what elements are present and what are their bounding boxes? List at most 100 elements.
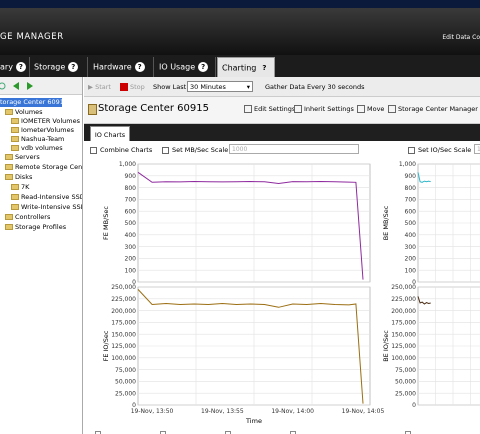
tree-item-write-intensive-ssd[interactable]: Write-Intensive SSD <box>11 203 82 212</box>
y-tick-label: 700 <box>405 197 417 204</box>
y-tick-label: 900 <box>405 173 417 180</box>
help-icon[interactable]: ? <box>259 63 269 73</box>
y-tick-label: 225,000 <box>391 296 416 303</box>
tab-storage[interactable]: Storage? <box>30 57 88 77</box>
folder-icon <box>11 194 19 200</box>
y-tick-label: 900 <box>125 173 137 180</box>
inherit-settings-label: Inherit Settings <box>304 105 354 113</box>
profile-icon <box>5 224 13 230</box>
y-tick-label: 600 <box>405 208 417 215</box>
tree-item-remote-storage-centers[interactable]: Remote Storage Centers <box>5 163 83 172</box>
combine-charts-option[interactable]: Combine Charts <box>90 146 152 154</box>
edit-settings-button[interactable]: Edit Settings <box>244 105 295 113</box>
tree-item-vdb-volumes[interactable]: vdb volumes <box>11 144 63 153</box>
stop-icon <box>120 83 128 91</box>
inherit-settings-button[interactable]: Inherit Settings <box>294 105 354 113</box>
tree-item-label: Read-Intensive SSD <box>21 193 83 201</box>
os-top-bar <box>0 0 480 8</box>
io-scale-option[interactable]: Set IO/Sec Scale <box>408 146 471 154</box>
y-tick-label: 200,000 <box>391 308 416 315</box>
tree-item-controllers[interactable]: Controllers <box>5 213 50 222</box>
edit-icon <box>244 105 252 113</box>
tab-charting[interactable]: Charting? <box>217 57 275 77</box>
y-tick-label: 400 <box>405 232 417 239</box>
tree-item-servers[interactable]: Servers <box>5 153 40 162</box>
move-button[interactable]: Move <box>357 105 384 113</box>
back-arrow-icon[interactable] <box>13 82 19 90</box>
forward-arrow-icon[interactable] <box>27 82 33 90</box>
start-button[interactable]: ▶ Start <box>88 83 111 91</box>
controller-icon <box>5 214 13 220</box>
tree-item-7k[interactable]: 7K <box>11 183 29 192</box>
chart-options-row: Combine Charts Set MB/Sec Scale 1000 Set… <box>84 141 480 158</box>
y-tick-label: 100 <box>405 267 417 274</box>
stop-button[interactable]: Stop <box>120 83 145 91</box>
tree-item-volumes[interactable]: Volumes <box>5 108 43 117</box>
charts-area: 1,000 900 800 700 600 500 400 300 200 100 0 FE MB/S… <box>84 158 480 434</box>
y-tick-label: 400 <box>125 232 137 239</box>
io-scale-input[interactable]: 1 <box>474 144 480 154</box>
help-icon[interactable]: ? <box>68 62 79 72</box>
folder-icon <box>11 204 19 210</box>
tree-item-iometer-volumes[interactable]: IOMETER Volumes <box>11 117 80 126</box>
inherit-icon <box>294 105 302 113</box>
mb-scale-option[interactable]: Set MB/Sec Scale <box>162 146 228 154</box>
tab-io-charts[interactable]: IO Charts <box>90 126 130 141</box>
storage-center-manager-button[interactable]: Storage Center Manager <box>388 105 478 113</box>
app-title: GE MANAGER <box>0 32 64 42</box>
tree-item-label: 7K <box>21 183 30 191</box>
folder-icon <box>11 136 19 142</box>
x-tick-label: 19-Nov, 13:55 <box>201 408 244 415</box>
mb-scale-input[interactable]: 1000 <box>229 144 359 154</box>
tree-item-nashua-team[interactable]: Nashua-Team <box>11 135 64 144</box>
help-icon[interactable]: ? <box>134 62 145 72</box>
show-last-value: 30 Minutes <box>190 83 226 91</box>
y-tick-label: 500 <box>405 220 417 227</box>
tab-label: Charting <box>222 63 257 73</box>
tab-label: Storage <box>34 62 66 72</box>
manager-icon <box>388 105 396 113</box>
tab-io-usage[interactable]: IO Usage? <box>155 57 216 77</box>
io-scale-checkbox[interactable] <box>408 146 415 154</box>
x-tick-label: 19-Nov, 14:00 <box>271 408 314 415</box>
y-tick-label: 1,000 <box>399 161 416 168</box>
tree-item-label: Controllers <box>15 213 51 221</box>
y-axis-label: BE IO/Sec <box>382 330 390 362</box>
tab-hardware[interactable]: Hardware? <box>89 57 154 77</box>
tab-summary[interactable]: ary? <box>0 57 30 77</box>
edit-data-collector-link[interactable]: Edit Data Co <box>442 34 480 41</box>
y-tick-label: 250,000 <box>391 284 416 291</box>
storage-center-header: Storage Center 60915 Edit Settings Inher… <box>84 97 480 124</box>
help-icon[interactable]: ? <box>198 62 209 72</box>
tree-item-label: Volumes <box>15 108 43 116</box>
y-tick-label: 1,000 <box>119 161 136 168</box>
page-title: Storage Center 60915 <box>98 103 209 114</box>
help-icon[interactable]: ? <box>15 62 26 72</box>
tree-item-label: Servers <box>15 153 40 161</box>
tree-item-storage-profiles[interactable]: Storage Profiles <box>5 223 66 232</box>
tree-item-disks[interactable]: Disks <box>5 173 32 182</box>
y-tick-label: 250,000 <box>111 284 136 291</box>
combine-charts-checkbox[interactable] <box>90 146 97 154</box>
y-tick-label: 75,000 <box>395 367 416 374</box>
tab-label: Hardware <box>93 62 132 72</box>
y-tick-label: 100,000 <box>111 355 136 362</box>
show-last-select[interactable]: 30 Minutes ▾ <box>187 81 253 92</box>
y-tick-label: 25,000 <box>115 390 136 397</box>
remote-icon <box>5 164 13 170</box>
tree-item-iometervolumes[interactable]: IometerVolumes <box>11 126 74 135</box>
mb-scale-checkbox[interactable] <box>162 146 169 154</box>
app-window: GE MANAGER Edit Data Co ary? Storage? Ha… <box>0 0 480 434</box>
tree-item-read-intensive-ssd[interactable]: Read-Intensive SSD <box>11 193 83 202</box>
y-tick-label: 75,000 <box>115 367 136 374</box>
gather-data-label: Gather Data Every 30 seconds <box>265 83 365 91</box>
storage-center-icon <box>88 104 97 115</box>
refresh-icon[interactable] <box>0 82 6 90</box>
tree-toolbar <box>0 77 82 95</box>
y-tick-label: 100,000 <box>391 355 416 362</box>
storage-center-manager-label: Storage Center Manager <box>398 105 478 113</box>
x-tick-label: 19-Nov, 14:05 <box>342 408 385 415</box>
tree-item-storage-center[interactable]: torage Center 60915 <box>0 98 68 107</box>
y-tick-label: 500 <box>125 220 137 227</box>
tree-item-label: Remote Storage Centers <box>15 163 83 171</box>
